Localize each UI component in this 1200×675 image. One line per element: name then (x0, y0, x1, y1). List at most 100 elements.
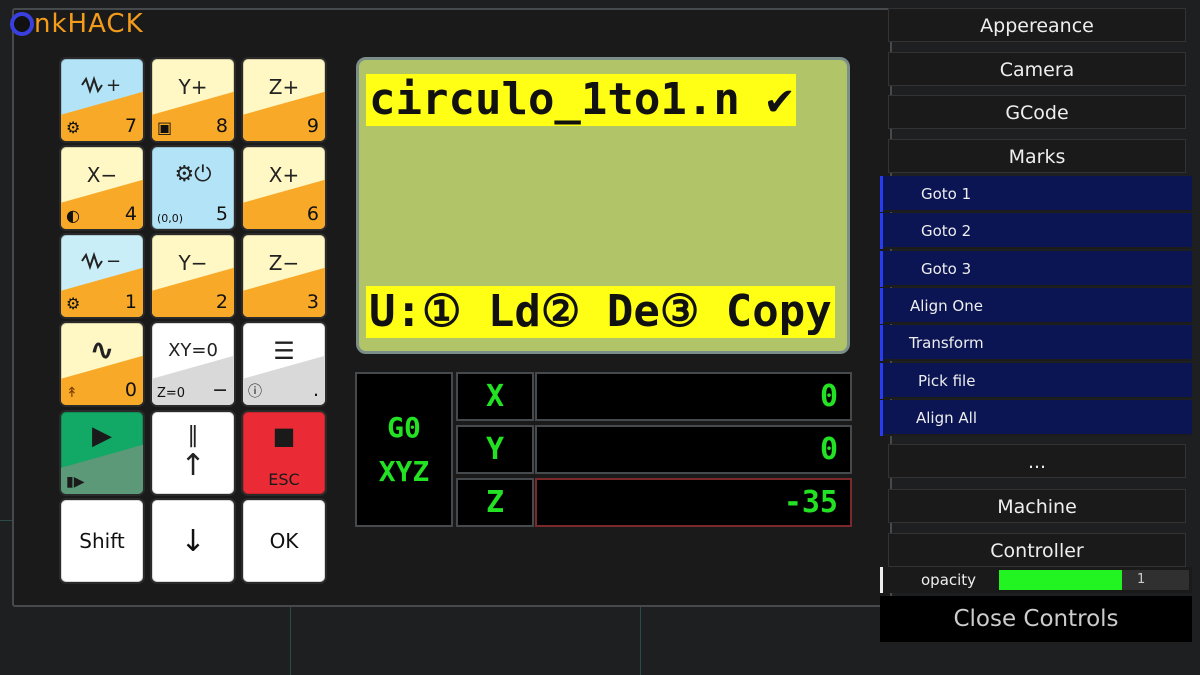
key-number: 0 (124, 379, 137, 401)
axis-label-z: Z (456, 478, 534, 527)
key-label: + (61, 75, 143, 100)
key-pause-up[interactable]: ‖ ↑ (150, 410, 236, 496)
opacity-slider[interactable] (999, 570, 1133, 590)
key-x-plus[interactable]: X+ 6 (241, 145, 327, 231)
key-number: 3 (306, 291, 319, 313)
key-ok[interactable]: OK (241, 498, 327, 584)
key-z-plus[interactable]: Z+ 9 (241, 57, 327, 143)
brand-circle-icon (10, 12, 34, 36)
key-play[interactable]: ▶ ▮▶ (59, 410, 145, 496)
gcode-mode: G0 (387, 410, 421, 444)
step-icon: ▮▶ (66, 474, 85, 490)
key-shift[interactable]: Shift (59, 498, 145, 584)
key-number: 8 (215, 115, 228, 137)
close-controls-button[interactable]: Close Controls (880, 596, 1192, 642)
folder-more[interactable]: ... (888, 444, 1186, 478)
arrow-down-icon: ↓ (180, 523, 206, 559)
zigzag-icon: − (81, 251, 121, 272)
key-number: 7 (124, 115, 137, 137)
key-number: 6 (306, 203, 319, 225)
key-number: 9 (306, 115, 319, 137)
key-label: Y− (178, 251, 208, 275)
ok-label: OK (269, 529, 299, 553)
marks-item-pick-file[interactable]: Pick file (880, 363, 1192, 399)
key-sub-label: Z=0 (157, 386, 186, 401)
key-x-minus[interactable]: X− ◐ 4 (59, 145, 145, 231)
marks-item-goto-3[interactable]: Goto 3 (880, 251, 1192, 287)
svg-text:+: + (106, 75, 121, 95)
key-wave[interactable]: ∿ ↟ 0 (59, 321, 145, 407)
key-label: Z− (268, 251, 300, 275)
key-number: 2 (215, 291, 228, 313)
wave-icon: ∿ (89, 333, 115, 368)
folder-camera[interactable]: Camera (888, 52, 1186, 86)
folder-marks[interactable]: Marks (888, 139, 1186, 173)
pause-icon: ‖ (187, 423, 199, 448)
folder-machine[interactable]: Machine (888, 489, 1186, 523)
brand-text: nkHACK (34, 9, 144, 39)
folder-gcode[interactable]: GCode (888, 95, 1186, 129)
grid-line (640, 607, 641, 675)
gcode-mode-display: G0 XYZ (355, 372, 453, 527)
opacity-slider-fill (999, 570, 1123, 590)
axis-value-x: 0 (535, 372, 852, 421)
lcd-line-1: circulo_1to1.n ✔ (366, 74, 796, 126)
key-label: XY=0 (168, 340, 218, 361)
key-down[interactable]: ↓ (150, 498, 236, 584)
opacity-input[interactable]: 1 (1133, 570, 1189, 590)
svg-text:−: − (106, 251, 121, 271)
probe-icon: ↟ (66, 385, 78, 401)
key-number: − (212, 379, 228, 401)
marks-item-transform[interactable]: Transform (880, 325, 1192, 361)
key-feed-minus[interactable]: − ⚙ 1 (59, 233, 145, 319)
zigzag-icon: + (81, 75, 121, 96)
marks-item-goto-1[interactable]: Goto 1 (880, 176, 1192, 212)
key-label: Z+ (268, 75, 300, 99)
spindle-minus-icon: ⚙ (66, 294, 81, 313)
key-number: 5 (215, 203, 228, 225)
axis-label-x: X (456, 372, 534, 421)
key-z-minus[interactable]: Z− 3 (241, 233, 327, 319)
key-label: X− (86, 163, 118, 187)
key-label: Y+ (178, 75, 208, 99)
axis-value-y: 0 (535, 425, 852, 474)
key-y-plus[interactable]: Y+ ▣ 8 (150, 57, 236, 143)
controls-panel: Appereance Camera GCode Marks Goto 1 Got… (880, 0, 1200, 675)
brand-logo: nkHACK (10, 8, 144, 40)
key-feed-plus[interactable]: + ⚙ 7 (59, 57, 145, 143)
app-root: nkHACK + ⚙ 7 Y+ ▣ 8 Z+ 9 X− ◐ 4 ⚙⏻ (0,0)… (0, 0, 1200, 675)
play-icon: ▶ (92, 421, 112, 451)
frame-icon: ▣ (157, 118, 173, 137)
key-spindle-toggle[interactable]: ⚙⏻ (0,0) 5 (150, 145, 236, 231)
key-menu-list[interactable]: ☰ ⓘ . (241, 321, 327, 407)
stop-icon: ■ (272, 422, 296, 450)
key-number: 4 (124, 203, 137, 225)
key-xy-zero[interactable]: XY=0 Z=0 − (150, 321, 236, 407)
opacity-label: opacity (921, 571, 977, 589)
key-number: 1 (124, 291, 137, 313)
folder-appearance[interactable]: Appereance (888, 8, 1186, 42)
key-stop-esc[interactable]: ■ ESC (241, 410, 327, 496)
marks-item-goto-2[interactable]: Goto 2 (880, 213, 1192, 249)
key-label: − (61, 251, 143, 276)
arrow-up-icon: ↑ (180, 448, 206, 483)
key-y-minus[interactable]: Y− 2 (150, 233, 236, 319)
lcd-screen: circulo_1to1.n ✔ U:① Ld② De③ Copy (356, 57, 850, 354)
origin-icon: ◐ (66, 206, 80, 225)
marks-item-align-one[interactable]: Align One (880, 288, 1192, 324)
opacity-control: opacity 1 (880, 567, 1192, 593)
grid-line (0, 520, 12, 521)
grid-line (290, 607, 291, 675)
key-number: . (312, 379, 319, 401)
shift-label: Shift (79, 529, 125, 553)
folder-controller[interactable]: Controller (888, 533, 1186, 567)
axis-value-z: -35 (535, 478, 852, 527)
key-sub-label: (0,0) (157, 212, 184, 225)
marks-item-align-all[interactable]: Align All (880, 400, 1192, 436)
spindle-plus-icon: ⚙ (66, 118, 81, 137)
spindle-power-icon: ⚙⏻ (174, 162, 212, 187)
key-label: X+ (268, 163, 300, 187)
gcode-axes: XYZ (378, 454, 430, 488)
list-icon: ☰ (273, 337, 295, 365)
esc-label: ESC (268, 470, 300, 489)
